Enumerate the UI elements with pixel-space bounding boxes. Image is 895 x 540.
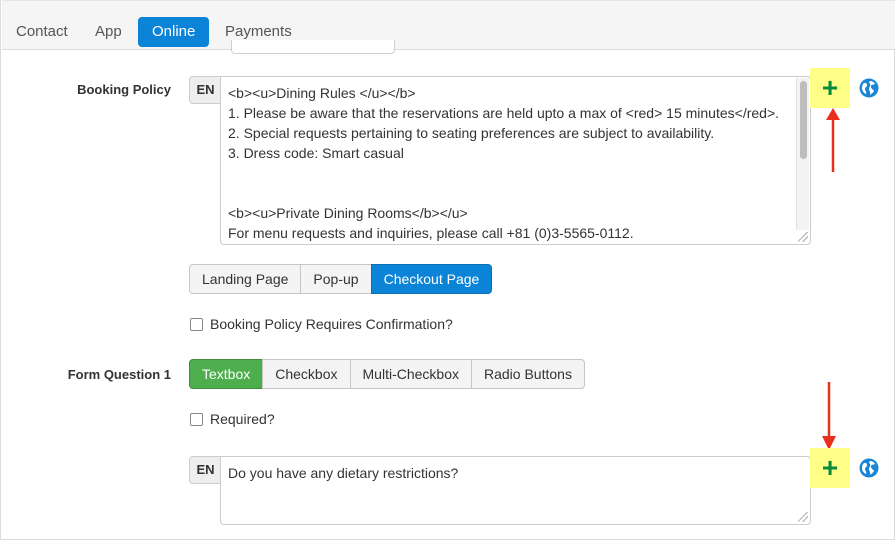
question-lang-badge: EN	[189, 456, 221, 484]
form-question-1-label: Form Question 1	[67, 367, 171, 382]
checkbox-type-button[interactable]: Checkbox	[262, 359, 351, 389]
page-frame: Contact App Online Payments Booking Poli…	[0, 0, 895, 540]
policy-line: 2. Special requests pertaining to seatin…	[228, 125, 715, 141]
required-checkbox-row: Required?	[190, 411, 275, 427]
booking-policy-textarea[interactable]: <b><u>Dining Rules </u></b> 1. Please be …	[220, 76, 811, 245]
previous-field-bottom	[231, 40, 395, 54]
red-arrow-up-icon	[826, 108, 840, 172]
question-type-group: Textbox Checkbox Multi-Checkbox Radio Bu…	[189, 359, 585, 389]
policy-line: 3. Dress code: Smart casual	[228, 145, 404, 161]
checkout-page-button[interactable]: Checkout Page	[370, 264, 493, 294]
radio-buttons-type-button[interactable]: Radio Buttons	[471, 359, 585, 389]
policy-placement-group: Landing Page Pop-up Checkout Page	[189, 264, 493, 294]
booking-policy-label: Booking Policy	[77, 82, 171, 97]
plus-icon[interactable]: +	[810, 68, 850, 108]
globe-icon[interactable]	[859, 458, 879, 478]
question-textarea[interactable]: Do you have any dietary restrictions?	[220, 456, 811, 525]
resize-handle-icon[interactable]	[798, 512, 808, 522]
textarea-scrollbar[interactable]	[796, 78, 809, 230]
add-translation-highlight: +	[810, 448, 850, 488]
tab-bar: Contact App Online Payments	[2, 0, 895, 50]
policy-line: <b><u>Dining Rules </u></b>	[228, 85, 416, 101]
multi-checkbox-type-button[interactable]: Multi-Checkbox	[349, 359, 472, 389]
required-checkbox[interactable]	[190, 412, 203, 426]
confirmation-checkbox[interactable]	[190, 317, 203, 331]
add-translation-highlight: +	[810, 68, 850, 108]
tab-contact[interactable]: Contact	[2, 17, 82, 47]
resize-handle-icon[interactable]	[798, 232, 808, 242]
confirmation-label: Booking Policy Requires Confirmation?	[210, 316, 453, 332]
scrollbar-thumb[interactable]	[800, 81, 807, 159]
policy-line: 1. Please be aware that the reservations…	[228, 105, 780, 121]
policy-line	[228, 163, 790, 183]
policy-line	[228, 183, 790, 203]
policy-line: <b><u>Private Dining Rooms</b></u>	[228, 205, 468, 221]
policy-line: For menu requests and inquiries, please …	[228, 225, 634, 241]
landing-page-button[interactable]: Landing Page	[189, 264, 302, 294]
textbox-type-button[interactable]: Textbox	[189, 359, 264, 389]
red-arrow-down-icon	[822, 382, 836, 450]
popup-button[interactable]: Pop-up	[300, 264, 372, 294]
tab-app[interactable]: App	[81, 17, 136, 47]
booking-policy-lang-badge: EN	[189, 76, 221, 104]
tab-online[interactable]: Online	[138, 17, 210, 47]
required-label: Required?	[210, 411, 275, 427]
confirmation-checkbox-row: Booking Policy Requires Confirmation?	[190, 316, 453, 332]
question-text: Do you have any dietary restrictions?	[228, 465, 459, 481]
globe-icon[interactable]	[859, 78, 879, 98]
plus-icon[interactable]: +	[810, 448, 850, 488]
